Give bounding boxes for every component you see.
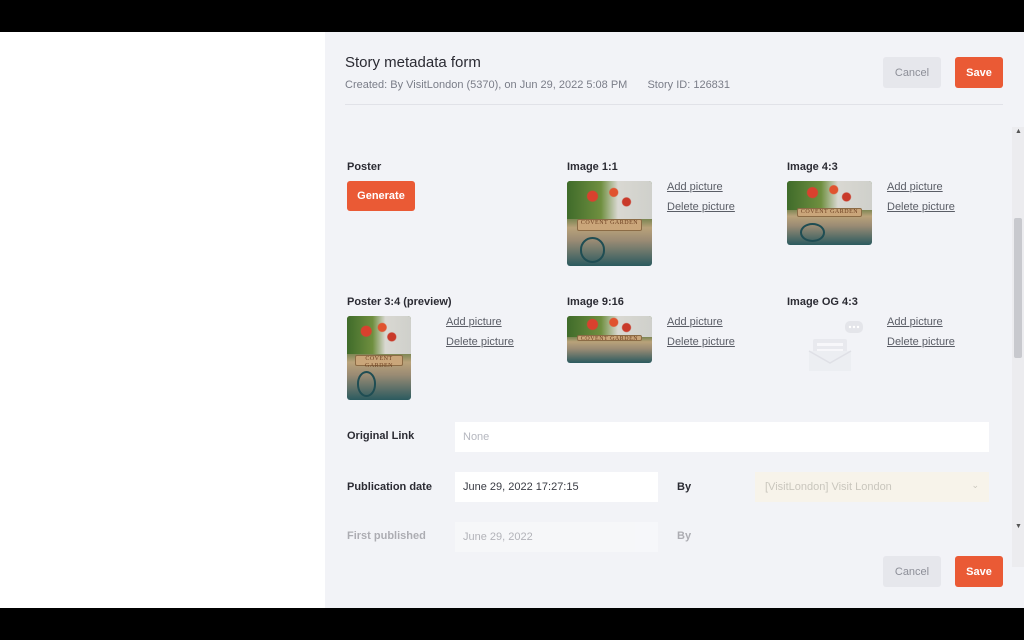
publication-date-input[interactable]	[455, 472, 658, 502]
video-letterbox-top	[0, 0, 1024, 32]
first-published-label: First published	[347, 530, 426, 542]
story-id-label: Story ID:	[647, 79, 691, 91]
sign-text: COVENT GARDEN	[364, 355, 393, 370]
scrollbar-thumb[interactable]	[1014, 218, 1022, 358]
image-9-16-delete-picture-link[interactable]: Delete picture	[667, 336, 735, 348]
cancel-button-bottom[interactable]: Cancel	[883, 556, 941, 587]
generate-button[interactable]: Generate	[347, 181, 415, 211]
image-1-1-label: Image 1:1	[567, 161, 618, 173]
image-og-4-3-label: Image OG 4:3	[787, 296, 858, 308]
scroll-up-icon[interactable]: ▲	[1015, 128, 1022, 135]
original-link-label: Original Link	[347, 430, 415, 442]
by-label: By	[677, 481, 692, 493]
publication-date-label: Publication date	[347, 481, 432, 493]
image-9-16-label: Image 9:16	[567, 296, 624, 308]
image-4-3-thumbnail: COVENT GARDEN	[787, 181, 872, 245]
video-letterbox-bottom	[0, 608, 1024, 640]
poster-3-4-delete-picture-link[interactable]: Delete picture	[446, 336, 514, 348]
original-link-input[interactable]	[455, 422, 989, 452]
story-id-value: 126831	[693, 79, 731, 91]
image-4-3-add-picture-link[interactable]: Add picture	[887, 181, 943, 193]
poster-3-4-label: Poster 3:4 (preview)	[347, 296, 452, 308]
poster-3-4-add-picture-link[interactable]: Add picture	[446, 316, 502, 328]
by-select-value: [VisitLondon] Visit London	[765, 481, 892, 493]
by-select[interactable]: [VisitLondon] Visit London ⌄	[755, 472, 989, 502]
page-title: Story metadata form	[345, 54, 481, 71]
image-1-1-add-picture-link[interactable]: Add picture	[667, 181, 723, 193]
form-scroll-area[interactable]: Poster Generate Image 1:1 COVENT GARDEN …	[325, 127, 1024, 567]
sign-text: COVENT GARDEN	[580, 335, 639, 342]
scroll-down-icon[interactable]: ▼	[1015, 523, 1022, 530]
created-label: Created:	[345, 79, 388, 91]
story-metadata-panel: Story metadata form Created: By VisitLon…	[325, 32, 1024, 608]
sign-text: COVENT GARDEN	[800, 208, 859, 215]
first-published-input[interactable]	[455, 522, 658, 552]
image-4-3-delete-picture-link[interactable]: Delete picture	[887, 201, 955, 213]
poster-3-4-thumbnail: COVENT GARDEN	[347, 316, 411, 400]
save-button-top[interactable]: Save	[955, 57, 1003, 88]
created-meta: Created: By VisitLondon (5370), on Jun 2…	[345, 79, 730, 91]
poster-label: Poster	[347, 161, 382, 173]
image-4-3-label: Image 4:3	[787, 161, 838, 173]
image-placeholder-icon	[808, 321, 863, 371]
blank-left-area	[0, 32, 325, 608]
image-9-16-thumbnail: COVENT GARDEN	[567, 316, 652, 363]
cancel-button-top[interactable]: Cancel	[883, 57, 941, 88]
image-1-1-delete-picture-link[interactable]: Delete picture	[667, 201, 735, 213]
second-by-label: By	[677, 530, 692, 542]
sign-text: COVENT GARDEN	[580, 220, 639, 227]
save-button-bottom[interactable]: Save	[955, 556, 1003, 587]
created-value: By VisitLondon (5370), on Jun 29, 2022 5…	[390, 79, 628, 91]
image-9-16-add-picture-link[interactable]: Add picture	[667, 316, 723, 328]
chevron-down-icon: ⌄	[971, 480, 979, 490]
header-divider	[345, 104, 1003, 105]
image-og-4-3-add-picture-link[interactable]: Add picture	[887, 316, 943, 328]
image-og-4-3-delete-picture-link[interactable]: Delete picture	[887, 336, 955, 348]
image-1-1-thumbnail: COVENT GARDEN	[567, 181, 652, 266]
